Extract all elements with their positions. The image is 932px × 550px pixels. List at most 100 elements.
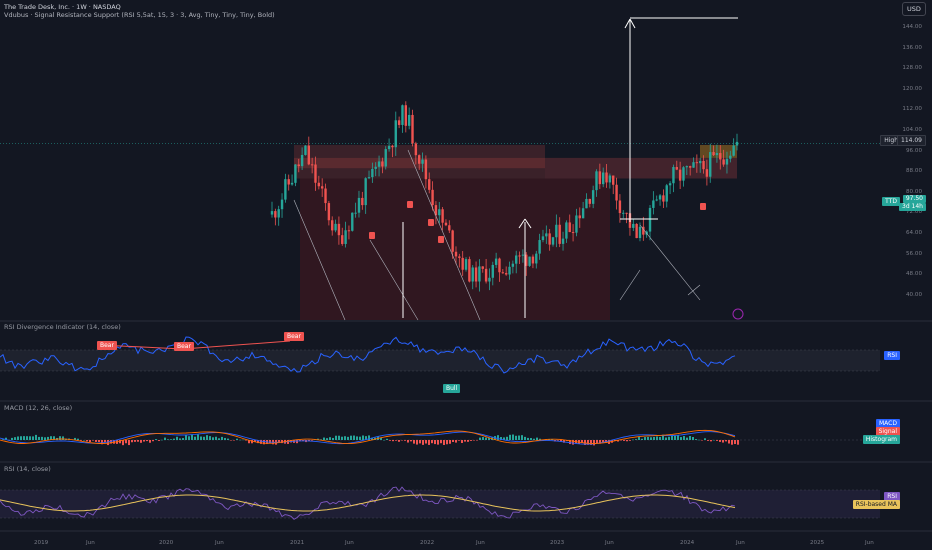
macd-histogram-bar	[389, 440, 391, 441]
candle-body	[374, 166, 377, 169]
candle-body	[565, 222, 568, 239]
time-tick: Jun	[476, 540, 485, 546]
macd-histogram-bar	[686, 437, 688, 440]
rsi-divergence-title[interactable]: RSI Divergence Indicator (14, close)	[4, 323, 121, 331]
price-tick: 64.00	[905, 230, 922, 236]
candle-body	[672, 167, 675, 184]
macd-histogram-bar	[269, 440, 271, 444]
rsi-title[interactable]: RSI (14, close)	[4, 465, 51, 473]
bull-divergence-label: Bull	[443, 384, 461, 393]
macd-histogram-bar	[665, 437, 667, 440]
macd-histogram-bar	[338, 435, 340, 440]
macd-histogram-bar	[350, 435, 352, 440]
macd-histogram-bar	[422, 440, 424, 445]
candle-body	[521, 254, 525, 256]
macd-histogram-bar	[182, 438, 184, 440]
macd-histogram-bar	[326, 438, 328, 440]
candle-body	[284, 179, 287, 200]
candle-body	[310, 164, 314, 166]
bear-divergence-label-2: Bear	[174, 342, 194, 351]
macd-histogram-bar	[701, 440, 703, 441]
macd-histogram-bar	[47, 436, 49, 440]
macd-histogram-bar	[398, 440, 400, 442]
macd-histogram-bar	[473, 440, 475, 441]
macd-histogram-bar	[242, 439, 244, 441]
candle-body	[421, 159, 424, 164]
candle-body	[451, 230, 454, 252]
macd-histogram-bar	[362, 435, 364, 440]
macd-histogram-bar	[725, 440, 727, 442]
candle-body	[605, 172, 608, 183]
macd-histogram-bar	[200, 436, 202, 440]
macd-histogram-bar	[230, 440, 232, 441]
macd-histogram-bar	[707, 440, 709, 441]
candle-body	[397, 120, 401, 125]
macd-histogram-bar	[83, 439, 85, 441]
price-tick: 104.00	[902, 127, 922, 133]
candle-body	[424, 159, 428, 180]
macd-histogram-bar	[629, 440, 631, 441]
time-tick: 2023	[550, 540, 565, 546]
candle-body	[428, 179, 431, 190]
time-tick: 2025	[810, 540, 825, 546]
macd-histogram-bar	[98, 440, 100, 443]
macd-histogram-bar	[530, 438, 532, 440]
bear-divergence-label-3: Bear	[284, 332, 304, 341]
macd-histogram-bar	[179, 438, 181, 440]
candle-body	[371, 168, 374, 178]
macd-histogram-bar	[323, 437, 325, 440]
candle-body	[391, 145, 394, 148]
macd-histogram-bar	[359, 436, 361, 440]
candle-body	[518, 255, 521, 257]
indicator-title[interactable]: Vdubus · Signal Resistance Support (RSI …	[4, 11, 275, 19]
candle-body	[561, 238, 565, 244]
candle-body	[729, 155, 732, 159]
candle-body	[665, 185, 668, 202]
macd-histogram-bar	[41, 436, 43, 440]
candle-body	[581, 208, 585, 219]
candle-body	[387, 145, 391, 150]
macd-histogram-bar	[23, 436, 25, 440]
candle-body	[458, 256, 461, 258]
candle-body	[341, 235, 344, 244]
macd-histogram-bar	[506, 436, 508, 440]
macd-histogram-bar	[185, 435, 187, 440]
macd-histogram-bar	[161, 439, 163, 441]
time-tick: Jun	[345, 540, 354, 546]
candle-body	[541, 236, 545, 241]
candle-body	[377, 161, 381, 167]
macd-histogram-bar	[623, 440, 625, 441]
candle-body	[702, 160, 705, 170]
candle-body	[571, 232, 575, 234]
candle-body	[632, 223, 635, 228]
currency-button[interactable]: USD	[902, 2, 926, 16]
macd-histogram-bar	[44, 437, 46, 440]
macd-histogram-bar	[158, 440, 160, 441]
macd-histogram-bar	[689, 436, 691, 440]
symbol-title[interactable]: The Trade Desk, Inc. · 1W · NASDAQ	[4, 3, 121, 11]
time-tick: Jun	[736, 540, 745, 546]
macd-histogram-bar	[227, 438, 229, 440]
macd-histogram-bar	[353, 435, 355, 440]
candle-body	[735, 141, 739, 146]
target-arrow	[624, 18, 631, 29]
histogram-legend-tag: Histogram	[862, 435, 900, 444]
candle-body	[280, 199, 284, 210]
macd-histogram-bar	[128, 440, 130, 446]
macd-histogram-bar	[77, 438, 79, 440]
candle-body	[461, 257, 464, 270]
chart-canvas[interactable]	[0, 0, 932, 550]
candle-body	[712, 152, 715, 156]
macd-histogram-bar	[464, 440, 466, 442]
candle-body	[705, 169, 709, 177]
macd-title[interactable]: MACD (12, 26, close)	[4, 404, 72, 412]
macd-histogram-bar	[14, 437, 16, 440]
trend-line	[639, 224, 701, 301]
macd-histogram-bar	[332, 437, 334, 440]
macd-histogram-bar	[596, 440, 598, 443]
candle-body	[357, 197, 361, 213]
macd-histogram-bar	[515, 435, 517, 440]
macd-histogram-bar	[407, 440, 409, 443]
macd-histogram-bar	[86, 440, 88, 442]
macd-histogram-bar	[716, 440, 718, 441]
